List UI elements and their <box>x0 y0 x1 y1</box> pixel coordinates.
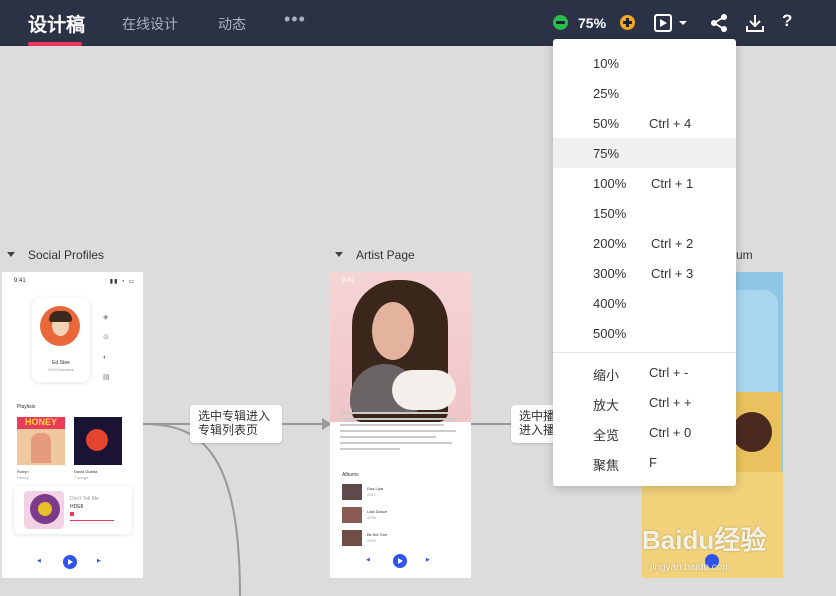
zoom-out-option[interactable]: 缩小 Ctrl + - <box>553 357 736 387</box>
next-icon[interactable]: ▶ <box>426 557 430 563</box>
zoom-option-75[interactable]: 75% <box>553 138 736 168</box>
profile-name: Ed Stee <box>52 360 70 366</box>
flow-note-player-text: 选中播 进入播 <box>519 409 556 437</box>
social-profiles-screen[interactable]: 9:41 ▮▮ ◔ ▭ Ed Stee 3764 followers ◈ ⊙ ◐ ▤ … <box>2 272 143 578</box>
status-time: 9:41 <box>14 278 26 284</box>
prev-icon[interactable]: ◀ <box>366 557 370 563</box>
now-playing-artist: HDE8 <box>70 504 84 510</box>
zoom-option-200[interactable]: 200% Ctrl + 2 <box>553 228 736 258</box>
status-icons: ▮▮ ◔ ▭ <box>109 279 135 285</box>
menu-divider <box>553 352 736 353</box>
collapse-caret-icon[interactable] <box>335 252 343 257</box>
album-year: 2017 <box>367 492 376 497</box>
prev-icon[interactable]: ◀ <box>37 558 41 564</box>
zoom-option-50[interactable]: 50% Ctrl + 4 <box>553 108 736 138</box>
play-button[interactable] <box>393 554 407 568</box>
album-year: 2016 <box>367 515 376 520</box>
album1-title: Robyn <box>17 469 29 474</box>
zoom-option-400[interactable]: 400% <box>553 288 736 318</box>
fit-all-option[interactable]: 全览 Ctrl + 0 <box>553 417 736 447</box>
album-thumb[interactable] <box>342 484 362 500</box>
next-icon[interactable]: ▶ <box>97 558 101 564</box>
watermark: Baidu经验 <box>642 525 767 555</box>
shortcut-label: Ctrl + 1 <box>651 176 694 191</box>
play-button[interactable] <box>63 555 77 569</box>
zoom-option-150[interactable]: 150% <box>553 198 736 228</box>
frame-title-artist-page[interactable]: Artist Page <box>356 248 415 262</box>
flow-note-album[interactable]: 选中专辑进入 专辑列表页 <box>190 405 282 443</box>
artist-page-screen[interactable]: 9:41 Albums Dua Lipa 2017 Last Dance 201… <box>330 272 471 578</box>
now-playing-card[interactable]: Don't Tell Me HDE8 <box>14 486 132 534</box>
shortcut-label: Ctrl + 4 <box>649 116 692 131</box>
zoom-option-300[interactable]: 300% Ctrl + 3 <box>553 258 736 288</box>
profile-followers: 3764 followers <box>48 367 74 372</box>
shortcut-label: Ctrl + - <box>649 365 689 380</box>
status-time: 9:41 <box>342 278 354 284</box>
album-title: Be the One <box>367 532 388 537</box>
zoom-option-100[interactable]: 100% Ctrl + 1 <box>553 168 736 198</box>
collapse-caret-icon[interactable] <box>7 252 15 257</box>
album-title: Last Dance <box>367 509 388 514</box>
zoom-in-option[interactable]: 放大 Ctrl + + <box>553 387 736 417</box>
album2-title: David Guetta <box>74 469 98 474</box>
album2-sub: 7 songs <box>74 475 89 480</box>
zoom-option-25[interactable]: 25% <box>553 78 736 108</box>
frame-title-social-profiles[interactable]: Social Profiles <box>28 248 104 262</box>
zoom-option-500[interactable]: 500% <box>553 318 736 348</box>
zoom-dropdown-menu: 10% 25% 50% Ctrl + 4 75% 100% Ctrl + 1 1… <box>553 39 736 486</box>
shortcut-label: Ctrl + 0 <box>649 425 692 440</box>
zoom-option-10[interactable]: 10% <box>553 48 736 78</box>
watermark-url: jingyan.baidu.com <box>650 562 731 573</box>
album-title: Dua Lipa <box>367 486 384 491</box>
flow-note-album-text: 选中专辑进入 专辑列表页 <box>198 409 271 437</box>
shortcut-label: Ctrl + 3 <box>651 266 694 281</box>
profile-actions: ◈ ⊙ ◐ ▤ <box>103 314 110 381</box>
profile-card: Ed Stee 3764 followers <box>32 298 90 382</box>
artist-photo <box>330 272 471 422</box>
album-cover-honey[interactable]: HONEY <box>17 417 65 465</box>
focus-option[interactable]: 聚焦 F <box>553 447 736 477</box>
avatar <box>40 306 80 346</box>
now-playing-title: Don't Tell Me <box>70 496 99 502</box>
album-thumb[interactable] <box>342 507 362 523</box>
album-cover-david[interactable] <box>74 417 122 465</box>
album1-sub: Honey <box>17 475 29 480</box>
frame-title-album[interactable]: um <box>736 248 753 262</box>
album-thumb[interactable] <box>342 530 362 546</box>
album-year: 2015 <box>367 538 376 543</box>
playlists-label: Playlists <box>17 404 36 410</box>
artist-bio <box>340 408 462 466</box>
albums-label: Albums <box>342 472 359 478</box>
shortcut-label: Ctrl + 2 <box>651 236 694 251</box>
shortcut-label: Ctrl + + <box>649 395 692 410</box>
shortcut-label: F <box>649 455 657 470</box>
